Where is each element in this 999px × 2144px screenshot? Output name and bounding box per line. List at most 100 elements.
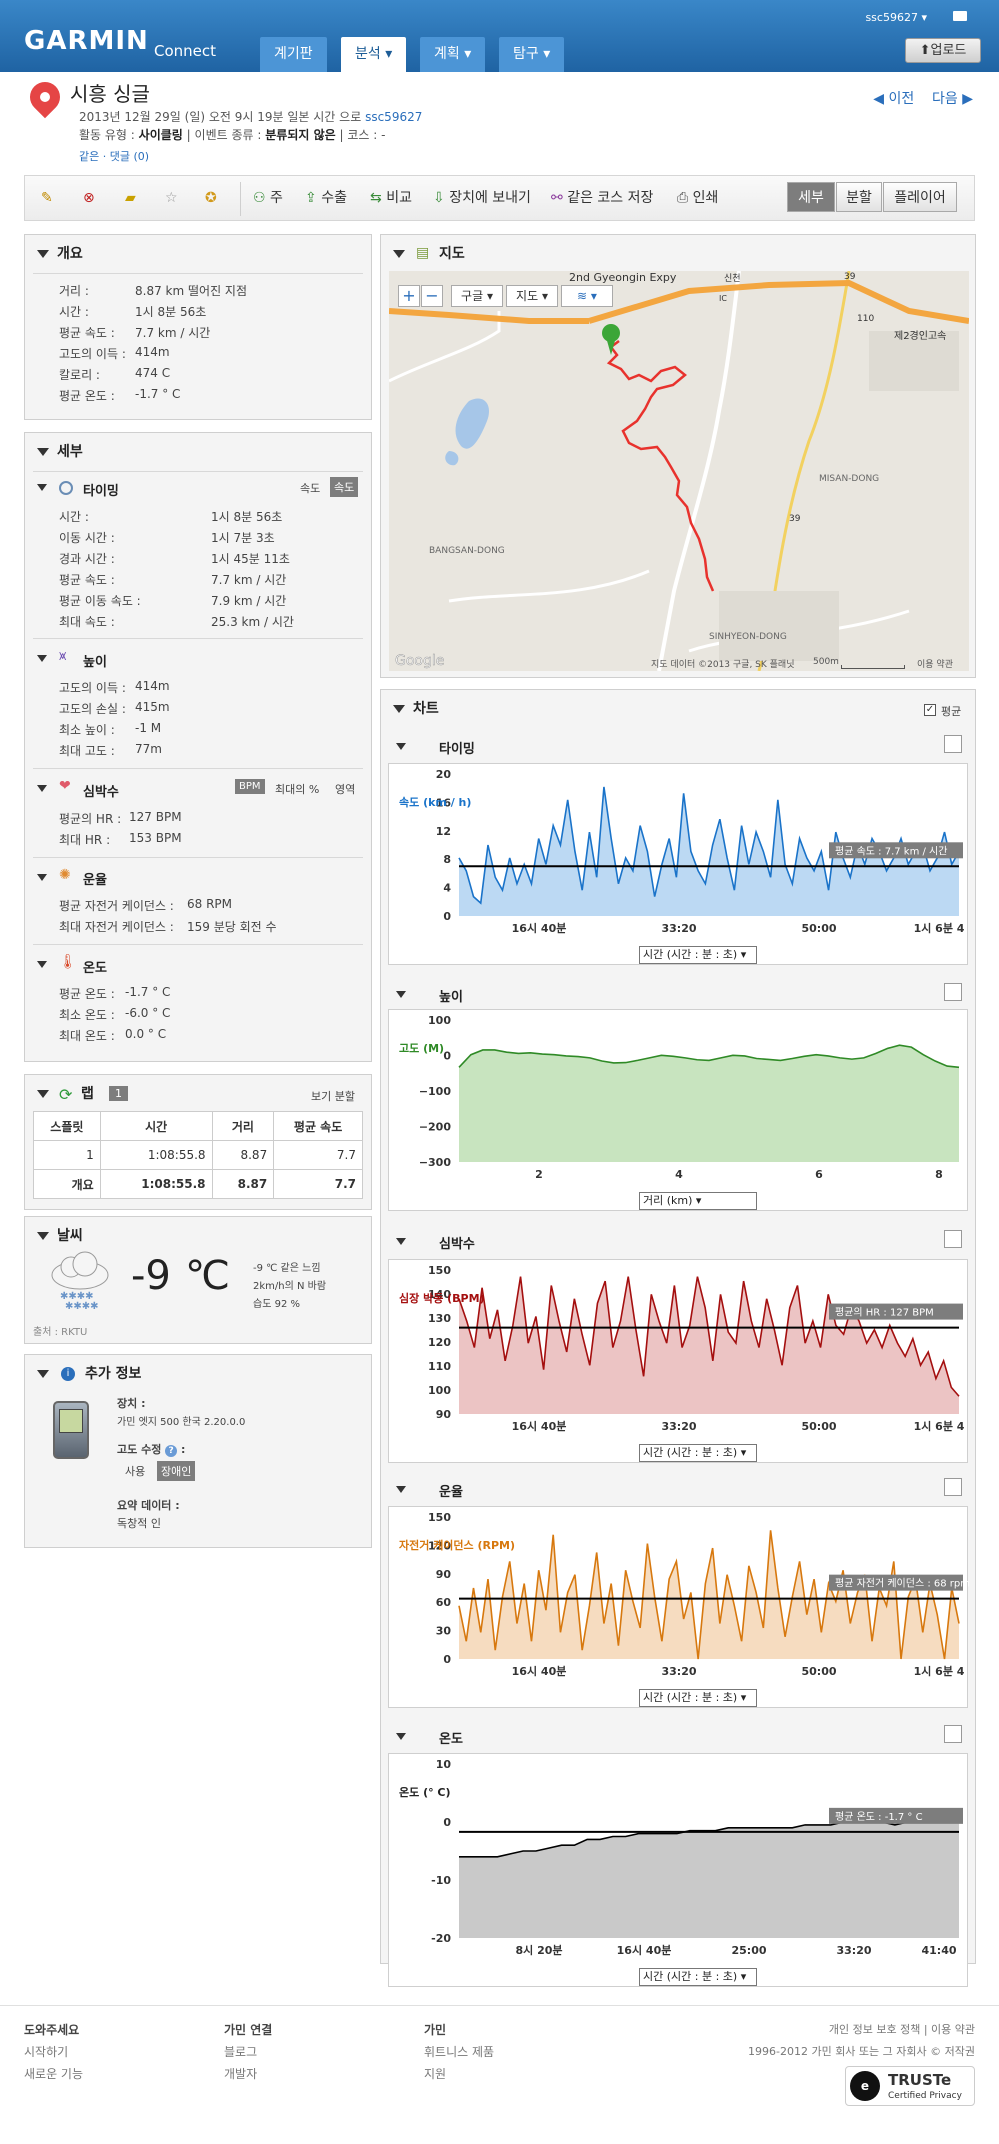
zoom-in-button[interactable]: + — [398, 285, 420, 307]
favorite-icon[interactable]: ☆ — [165, 188, 178, 208]
x-axis-select[interactable]: 시간 (시간 : 분 : 초) ▾ — [639, 1968, 757, 1986]
collapse-icon[interactable] — [37, 961, 47, 968]
collapse-icon[interactable] — [396, 743, 406, 750]
view-splits-button[interactable]: 분할 — [836, 182, 882, 212]
device-label: 장치 : — [117, 1397, 146, 1410]
expand-chart-icon[interactable] — [944, 735, 962, 753]
chart-elevation[interactable]: 100 0 −100 −200 −300 고도 (M) 2 4 6 8 — [389, 1010, 969, 1212]
like-comment-links[interactable]: 같은 · 댓글 (0) — [79, 148, 149, 164]
tab-analysis[interactable]: 분석 ▾ — [341, 37, 407, 72]
toolbar-compare[interactable]: ⇆ 비교 — [370, 188, 412, 208]
column-header[interactable]: 거리 — [211, 1111, 275, 1141]
tab-explore[interactable]: 탐구 ▾ — [499, 37, 565, 72]
table-row[interactable]: 1 1:08:55.8 8.87 7.7 — [33, 1140, 363, 1170]
max-percent-toggle[interactable]: 최대의 % — [275, 781, 319, 797]
footer-link[interactable]: 새로운 기능 — [24, 2065, 83, 2082]
upload-button[interactable]: ⬆업로드 — [905, 38, 981, 63]
footer-link[interactable]: 시작하기 — [24, 2043, 68, 2060]
speed-toggle-option[interactable]: 속도 — [300, 480, 320, 496]
username[interactable]: ssc59627 — [865, 11, 918, 24]
activity-title[interactable]: 시흥 싱글 — [70, 78, 150, 107]
y-tick-label: 8 — [443, 853, 451, 866]
zoom-out-button[interactable]: − — [421, 285, 443, 307]
row-label: 평균 이동 속도 : — [59, 594, 141, 608]
column-header[interactable]: 스플릿 — [33, 1111, 101, 1141]
expand-chart-icon[interactable] — [944, 1725, 962, 1743]
lock-icon[interactable]: ▰ — [125, 188, 136, 208]
route-map[interactable]: 2nd Gyeongin Expy 제2경인고속 MISAN-DONG BANG… — [389, 271, 969, 671]
y-tick-label: 100 — [428, 1014, 451, 1027]
collapse-icon[interactable] — [37, 785, 47, 792]
svg-text:✱✱✱✱: ✱✱✱✱ — [65, 1301, 99, 1309]
x-axis-select[interactable]: 시간 (시간 : 분 : 초) ▾ — [639, 946, 757, 964]
elevation-enable-option[interactable]: 사용 — [125, 1463, 145, 1479]
footer-link[interactable]: 개발자 — [224, 2065, 257, 2082]
footer-link[interactable]: 블로그 — [224, 2043, 257, 2060]
collapse-icon[interactable] — [37, 874, 47, 881]
toolbar-save-course[interactable]: ⚯ 같은 코스 저장 — [551, 188, 653, 208]
next-link[interactable]: 다음 ▶ — [932, 91, 973, 107]
footer-link[interactable]: 지원 — [424, 2065, 446, 2082]
expand-chart-icon[interactable] — [944, 983, 962, 1001]
event-type-value[interactable]: 분류되지 않은 — [265, 128, 335, 142]
help-icon[interactable]: ? — [165, 1445, 178, 1457]
collapse-icon[interactable] — [37, 484, 47, 491]
x-axis-select[interactable]: 시간 (시간 : 분 : 초) ▾ — [639, 1444, 757, 1462]
layers-icon[interactable]: ≋ ▾ — [561, 285, 613, 307]
row-label: 최대 자전거 케이던스 : — [59, 920, 174, 934]
tab-dashboard[interactable]: 계기판 — [260, 37, 327, 72]
mail-icon[interactable] — [953, 11, 967, 21]
collapse-icon[interactable] — [396, 991, 406, 998]
tab-plan[interactable]: 계획 ▾ — [420, 37, 486, 72]
footer-link[interactable]: 휘트니스 제품 — [424, 2043, 494, 2060]
toolbar-export[interactable]: ⇪ 수출 — [305, 188, 347, 208]
collapse-icon[interactable] — [396, 1733, 406, 1740]
column-header[interactable]: 시간 — [99, 1111, 213, 1141]
truste-badge[interactable]: e TRUSTe Certified Privacy — [845, 2066, 975, 2106]
view-player-button[interactable]: 플레이어 — [883, 182, 957, 212]
view-details-button[interactable]: 세부 — [787, 182, 835, 212]
badge-icon[interactable]: ✪ — [205, 188, 217, 208]
expand-chart-icon[interactable] — [944, 1478, 962, 1496]
chart-title: 온도 — [439, 1732, 463, 1747]
chart-heart[interactable]: 15014013012011010090심장 박동 (BPM)16시 40분 33… — [389, 1260, 969, 1464]
temperature-heading: 온도 — [83, 961, 107, 976]
delete-icon[interactable]: ⊗ — [83, 188, 95, 208]
y-tick-label: 100 — [428, 1384, 451, 1397]
expand-chart-icon[interactable] — [944, 1230, 962, 1248]
garmin-logo[interactable]: GARMIN — [24, 26, 149, 56]
toolbar-send-to-device[interactable]: ⇩ 장치에 보내기 — [433, 188, 531, 208]
toolbar-week[interactable]: ⚇ 주 — [253, 188, 283, 208]
activity-type-value[interactable]: 사이클링 — [139, 128, 183, 142]
x-axis-select[interactable]: 시간 (시간 : 분 : 초) ▾ — [639, 1689, 757, 1707]
map-label: SINHYEON-DONG — [709, 632, 787, 642]
chart-title: 심박수 — [439, 1237, 475, 1252]
zone-toggle[interactable]: 영역 — [335, 781, 355, 797]
view-splits-link[interactable]: 보기 분할 — [311, 1088, 355, 1104]
chart-timing[interactable]: 201612840속도 (km / h)16시 40분 33:20 50:00 1시 … — [389, 764, 969, 966]
edit-icon[interactable]: ✎ — [41, 188, 53, 208]
x-axis-select[interactable]: 거리 (km) ▾ — [639, 1192, 757, 1210]
map-type-select[interactable]: 지도 ▾ — [506, 285, 558, 307]
footer-heading: 도와주세요 — [24, 2023, 80, 2037]
speed-toggle-selected[interactable]: 속도 — [330, 477, 359, 497]
owner-link[interactable]: ssc59627 — [365, 110, 422, 124]
collapse-icon[interactable] — [37, 655, 47, 662]
map-label: BANGSAN-DONG — [429, 546, 505, 556]
column-header[interactable]: 평균 속도 — [273, 1111, 363, 1141]
chart-cadence[interactable]: 1501209060300자전거 케이던스 (RPM)16시 40분 33:20 5… — [389, 1507, 969, 1709]
map-terms-link[interactable]: 이용 약관 — [917, 657, 953, 670]
toolbar-print[interactable]: ⎙ 인쇄 — [677, 188, 718, 208]
chart-temperature[interactable]: 10 0 -10 -20 온도 (° C) 8시 20분 16시 40분 25:00 33:20… — [389, 1754, 969, 1988]
privacy-terms-links[interactable]: 개인 정보 보호 정책 | 이용 약관 — [829, 2021, 975, 2037]
elevation-disable-selected[interactable]: 장애인 — [157, 1461, 196, 1481]
prev-link[interactable]: ◀ 이전 — [873, 91, 914, 107]
collapse-icon[interactable] — [396, 1486, 406, 1493]
map-provider-select[interactable]: 구글 ▾ — [451, 285, 503, 307]
average-checkbox[interactable]: ✓ — [924, 704, 936, 716]
user-menu[interactable]: ssc59627 ▾ — [865, 11, 927, 24]
bpm-toggle-selected[interactable]: BPM — [235, 779, 265, 794]
collapse-icon[interactable] — [396, 1238, 406, 1245]
map-scale: 500m — [813, 657, 839, 667]
row-value: 1시 7분 3초 — [211, 531, 275, 545]
